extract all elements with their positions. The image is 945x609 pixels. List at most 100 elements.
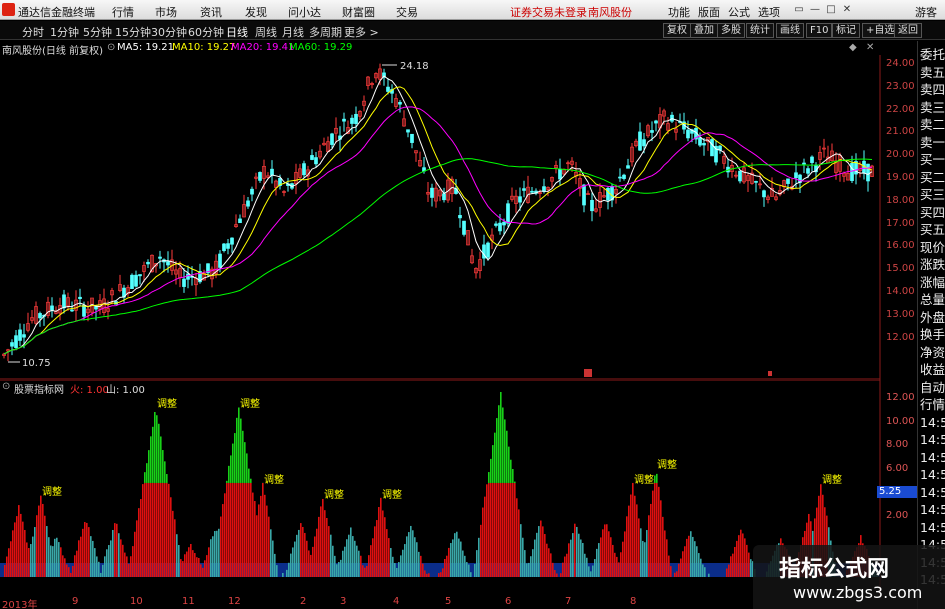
date-tick-label: 3 — [340, 596, 347, 607]
candle-body — [530, 190, 534, 193]
adjust-button[interactable]: 复权 — [663, 23, 691, 38]
menu-news[interactable]: 资讯 — [200, 4, 222, 20]
side-panel-item: 卖四 — [920, 82, 945, 97]
indicator-bar — [226, 482, 228, 577]
close-chart-icon[interactable]: ✕ — [866, 42, 874, 53]
period-60min[interactable]: 60分钟 — [188, 24, 224, 40]
side-panel-item: 14:5 — [920, 414, 945, 430]
stats-button[interactable]: 统计 — [746, 23, 774, 38]
settings-icon[interactable]: ⊙ — [107, 42, 115, 53]
menu-ask[interactable]: 问小达 — [288, 4, 321, 20]
menu-wealth[interactable]: 财富圈 — [342, 4, 375, 20]
candle-body — [442, 193, 446, 201]
close-icon[interactable]: ✕ — [840, 3, 854, 16]
mark-button[interactable]: 标记 — [832, 23, 860, 38]
multi-stock-button[interactable]: 多股 — [717, 23, 745, 38]
indicator-bar — [258, 504, 260, 577]
candle-body — [738, 170, 742, 182]
period-5min[interactable]: 5分钟 — [83, 24, 112, 40]
period-multi[interactable]: 多周期 — [309, 24, 342, 40]
indicator-bar — [538, 526, 540, 577]
overlay-button[interactable]: 叠加 — [690, 23, 718, 38]
indicator-bar — [734, 546, 736, 577]
candle-body — [130, 274, 134, 289]
price-tick-label: 22.00 — [886, 103, 915, 115]
candle-body — [330, 133, 334, 145]
indicator-bar — [260, 495, 262, 577]
candle-body — [22, 334, 26, 338]
indicator-bar — [324, 510, 326, 577]
indicator-bar — [142, 484, 144, 577]
menu-discover[interactable]: 发现 — [245, 4, 267, 20]
indicator-bar — [242, 482, 244, 577]
indicator-bar — [54, 538, 56, 577]
period-more[interactable]: 更多 > — [344, 24, 379, 40]
indicator-bar — [114, 523, 116, 577]
indicator-bar — [666, 539, 668, 577]
indicator-bar — [354, 540, 356, 577]
maximize-icon[interactable]: □ — [824, 3, 838, 16]
menu-functions[interactable]: 功能 — [668, 4, 690, 20]
side-panel-item: 总量 — [920, 292, 945, 307]
candle-body — [310, 155, 314, 160]
side-panel-item[interactable]: 行情 — [920, 397, 945, 413]
period-30min[interactable]: 30分钟 — [151, 24, 187, 40]
indicator-bar — [594, 559, 596, 577]
indicator-bar — [320, 506, 322, 577]
indicator-bar — [546, 543, 548, 577]
event-marker — [768, 371, 772, 376]
indicator-bar — [336, 564, 338, 577]
menu-market[interactable]: 市场 — [155, 4, 177, 20]
login-notice[interactable]: 证券交易未登录 — [510, 4, 587, 20]
restore-icon[interactable]: ▭ — [792, 3, 806, 16]
indicator-bar — [588, 566, 590, 577]
side-panel-item[interactable]: 自动 — [920, 380, 945, 396]
period-15min[interactable]: 15分钟 — [115, 24, 151, 40]
indicator-bar — [346, 539, 348, 577]
indicator-bar — [308, 550, 310, 577]
period-1min[interactable]: 1分钟 — [50, 24, 79, 40]
indicator-bar — [502, 482, 504, 577]
indicator-bar — [244, 482, 246, 577]
menu-trade[interactable]: 交易 — [396, 4, 418, 20]
indicator-bar — [374, 526, 376, 577]
candle-body — [246, 200, 250, 207]
f10-button[interactable]: F10 — [806, 23, 833, 38]
indicator-bar — [608, 531, 610, 577]
indicator-bar — [294, 541, 296, 577]
menu-formula[interactable]: 公式 — [728, 4, 750, 20]
period-weekly[interactable]: 周线 — [255, 24, 277, 40]
period-tick[interactable]: 分时 — [22, 24, 44, 40]
period-daily[interactable]: 日线 — [226, 24, 248, 40]
indicator-bar — [10, 541, 12, 577]
indicator-bar — [504, 419, 506, 483]
candle-body — [218, 253, 222, 268]
indicator-bar — [440, 572, 442, 577]
indicator-bar — [330, 534, 332, 577]
date-tick-label: 6 — [505, 596, 512, 607]
draw-button[interactable]: 画线 — [776, 23, 804, 38]
indicator-bar — [26, 542, 28, 577]
indicator-bar — [640, 528, 642, 577]
collapse-icon[interactable]: ◆ — [849, 42, 857, 53]
indicator-bar — [300, 523, 302, 577]
indicator-bar — [288, 562, 290, 577]
menu-layout[interactable]: 版面 — [698, 4, 720, 20]
side-panel-item: 买三 — [920, 187, 945, 202]
back-button[interactable]: 返回 — [894, 23, 922, 38]
indicator-bar — [630, 494, 632, 577]
menu-quotes[interactable]: 行情 — [112, 4, 134, 20]
add-favorite-button[interactable]: +自选 — [862, 23, 899, 38]
indicator-bar — [238, 482, 240, 577]
indicator-bar — [424, 570, 426, 577]
period-monthly[interactable]: 月线 — [282, 24, 304, 40]
indicator-bar — [88, 527, 90, 577]
guest-label[interactable]: 游客 — [915, 4, 937, 20]
candle-body — [558, 168, 562, 180]
indicator-bar — [566, 553, 568, 577]
indicator-bar — [206, 555, 208, 577]
minimize-icon[interactable]: — — [808, 3, 822, 16]
menu-options[interactable]: 选项 — [758, 4, 780, 20]
indicator-bar — [360, 555, 362, 577]
candlestick-chart[interactable]: 24.18 10.75 — [0, 55, 885, 380]
